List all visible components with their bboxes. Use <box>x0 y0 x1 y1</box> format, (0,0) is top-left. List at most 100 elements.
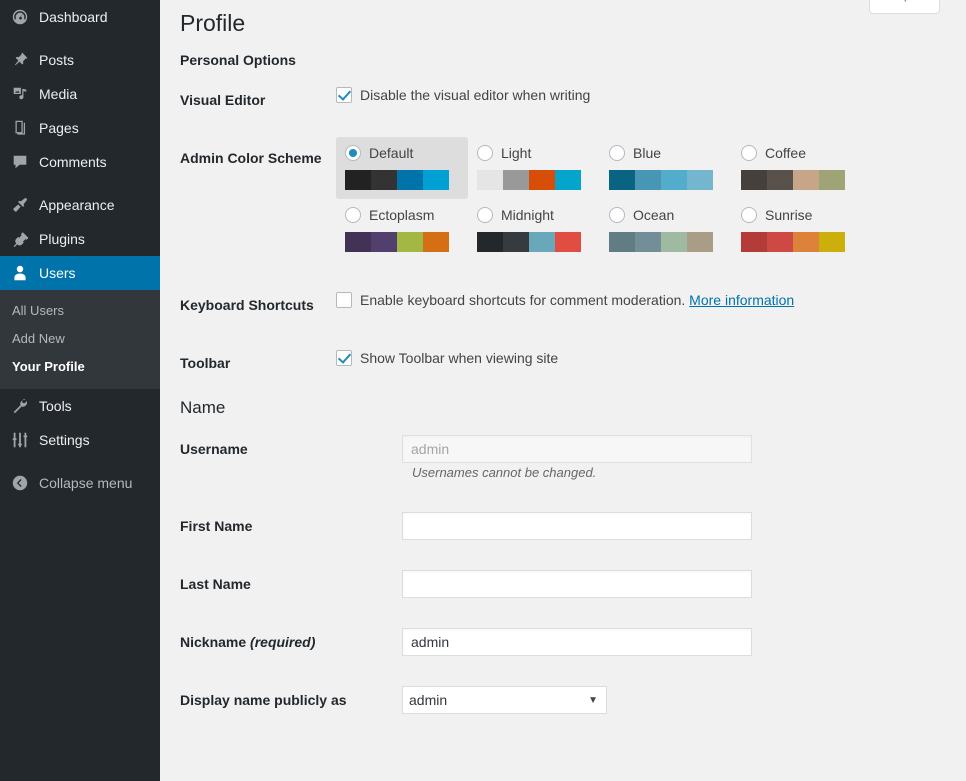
pages-icon <box>10 118 30 138</box>
color-scheme-ocean[interactable]: Ocean <box>600 199 732 261</box>
toolbar-label: Toolbar <box>180 354 231 371</box>
row-last-name: Last Name <box>180 555 946 613</box>
swatch <box>767 231 793 252</box>
color-scheme-name[interactable]: Blue <box>633 144 661 162</box>
color-scheme-midnight[interactable]: Midnight <box>468 199 600 261</box>
sidebar-item-label: Pages <box>39 120 79 136</box>
help-tab-button[interactable]: Help ▼ <box>869 0 940 14</box>
color-scheme-default[interactable]: Default <box>336 136 468 199</box>
toolbar-checkbox-label[interactable]: Show Toolbar when viewing site <box>360 349 558 367</box>
nickname-label: Nickname (required) <box>180 613 402 671</box>
first-name-label: First Name <box>180 517 253 534</box>
color-scheme-palette <box>609 231 713 252</box>
collapse-menu-label: Collapse menu <box>39 475 133 491</box>
visual-editor-control: Disable the visual editor when writing <box>336 86 936 104</box>
sidebar-item-dashboard[interactable]: Dashboard <box>0 0 160 34</box>
sidebar-item-label: Users <box>39 265 76 281</box>
sidebar-separator <box>0 34 160 43</box>
color-scheme-name[interactable]: Coffee <box>765 144 806 162</box>
last-name-label: Last Name <box>180 575 251 592</box>
swatch <box>635 169 661 190</box>
sidebar-item-comments[interactable]: Comments <box>0 145 160 179</box>
color-scheme-blue[interactable]: Blue <box>600 137 732 199</box>
toolbar-checkbox[interactable] <box>336 350 352 367</box>
color-scheme-radio[interactable] <box>741 144 757 161</box>
collapse-menu-button[interactable]: Collapse menu <box>0 466 160 500</box>
swatch <box>741 169 767 190</box>
appearance-brush-icon <box>10 195 30 215</box>
color-scheme-name[interactable]: Ocean <box>633 206 674 224</box>
swatch <box>503 169 529 190</box>
display-name-select[interactable]: admin <box>402 686 607 715</box>
users-person-icon <box>10 263 30 283</box>
swatch <box>477 231 503 252</box>
chevron-down-icon: ▼ <box>916 0 925 1</box>
sidebar-item-label: Settings <box>39 432 90 448</box>
color-scheme-ectoplasm[interactable]: Ectoplasm <box>336 199 468 261</box>
color-scheme-palette <box>345 231 449 252</box>
nickname-input[interactable] <box>402 628 752 657</box>
submenu-item-add-new[interactable]: Add New <box>0 325 160 353</box>
sidebar-item-media[interactable]: Media <box>0 77 160 111</box>
help-label: Help <box>884 0 911 2</box>
submenu-item-all-users[interactable]: All Users <box>0 297 160 325</box>
swatch <box>555 169 581 190</box>
dashboard-icon <box>10 7 30 27</box>
sidebar-item-appearance[interactable]: Appearance <box>0 188 160 222</box>
color-scheme-sunrise[interactable]: Sunrise <box>732 199 864 261</box>
color-scheme-coffee[interactable]: Coffee <box>732 137 864 199</box>
name-section-heading: Name <box>180 398 226 418</box>
color-scheme-radio[interactable] <box>609 206 625 223</box>
swatch <box>371 169 397 190</box>
visual-editor-checkbox[interactable] <box>336 86 352 103</box>
color-scheme-radio[interactable] <box>345 144 361 161</box>
pin-icon <box>10 50 30 70</box>
sidebar-item-users[interactable]: Users <box>0 256 160 290</box>
color-scheme-palette <box>741 169 845 190</box>
color-scheme-name[interactable]: Default <box>369 144 413 162</box>
admin-sidebar: Dashboard Posts Media Pages Comments App… <box>0 0 160 781</box>
visual-editor-checkbox-label[interactable]: Disable the visual editor when writing <box>360 86 590 104</box>
color-scheme-radio[interactable] <box>741 206 757 223</box>
row-display-name: Display name publicly as admin ▼ <box>180 671 946 729</box>
color-scheme-name[interactable]: Midnight <box>501 206 554 224</box>
color-scheme-light[interactable]: Light <box>468 137 600 199</box>
color-scheme-radio[interactable] <box>609 144 625 161</box>
keyboard-shortcuts-checkbox[interactable] <box>336 291 352 308</box>
color-scheme-radio[interactable] <box>345 206 361 223</box>
swatch <box>687 231 713 252</box>
swatch <box>397 169 423 190</box>
submenu-item-your-profile[interactable]: Your Profile <box>0 353 160 381</box>
sidebar-item-pages[interactable]: Pages <box>0 111 160 145</box>
color-scheme-palette <box>609 169 713 190</box>
keyboard-shortcuts-checkbox-label[interactable]: Enable keyboard shortcuts for comment mo… <box>360 292 685 308</box>
first-name-input[interactable] <box>402 511 752 540</box>
sidebar-item-plugins[interactable]: Plugins <box>0 222 160 256</box>
swatch <box>819 231 845 252</box>
username-label: Username <box>180 440 248 457</box>
sidebar-item-settings[interactable]: Settings <box>0 423 160 457</box>
sidebar-item-tools[interactable]: Tools <box>0 389 160 423</box>
color-scheme-radio[interactable] <box>477 144 493 161</box>
more-information-link[interactable]: More information <box>689 292 794 308</box>
swatch <box>635 231 661 252</box>
last-name-input[interactable] <box>402 569 752 598</box>
username-input <box>402 434 752 463</box>
swatch <box>397 231 423 252</box>
visual-editor-label: Visual Editor <box>180 91 266 108</box>
nickname-required-note: (required) <box>250 634 316 651</box>
swatch <box>793 231 819 252</box>
color-scheme-name[interactable]: Sunrise <box>765 206 812 224</box>
color-scheme-palette <box>741 231 845 252</box>
collapse-arrow-icon <box>10 473 30 493</box>
sidebar-item-posts[interactable]: Posts <box>0 43 160 77</box>
swatch <box>609 169 635 190</box>
swatch <box>371 231 397 252</box>
toolbar-control: Show Toolbar when viewing site <box>336 349 936 367</box>
wp-admin-screen: Dashboard Posts Media Pages Comments App… <box>0 0 966 781</box>
color-scheme-name[interactable]: Light <box>501 144 531 162</box>
admin-color-scheme-label: Admin Color Scheme <box>180 149 322 166</box>
color-scheme-name[interactable]: Ectoplasm <box>369 206 434 224</box>
color-scheme-radio[interactable] <box>477 206 493 223</box>
swatch <box>793 169 819 190</box>
